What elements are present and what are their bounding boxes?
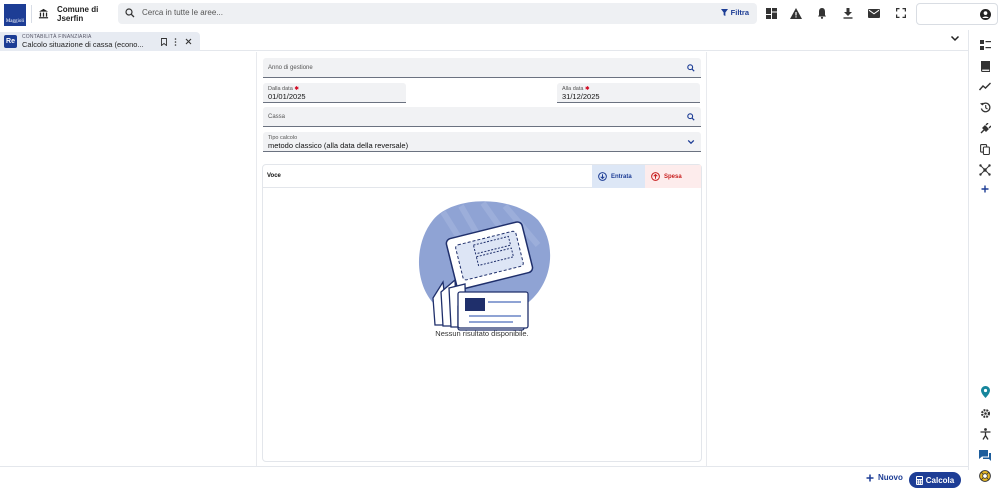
new-button-label: Nuovo xyxy=(878,473,903,482)
filter-icon xyxy=(720,9,728,16)
plus-icon[interactable] xyxy=(979,183,991,195)
close-icon[interactable] xyxy=(185,38,192,45)
column-header-voce: Voce xyxy=(267,173,281,179)
empty-state-message: Nessun risultato disponibile. xyxy=(435,329,529,338)
brand-logo[interactable]: Maggioli xyxy=(4,4,26,26)
module-badge: Re xyxy=(4,35,17,48)
arrow-down-circle-icon xyxy=(598,172,607,181)
toggle-entrata-label: Entrata xyxy=(611,173,632,180)
chevron-down-icon[interactable] xyxy=(950,35,960,42)
download-icon[interactable] xyxy=(841,6,855,20)
dashboard-icon[interactable] xyxy=(764,6,778,20)
calculate-button-label: Calcola xyxy=(925,475,955,485)
tipo-calcolo-select[interactable]: Tipo calcolo metodo classico (alla data … xyxy=(263,132,701,152)
tipo-calcolo-value: metodo classico (alla data della reversa… xyxy=(268,141,409,150)
search-icon[interactable] xyxy=(687,113,695,121)
empty-state-illustration xyxy=(418,201,551,331)
chat-icon[interactable] xyxy=(979,449,991,461)
bottom-action-bar: Nuovo Calcola xyxy=(0,466,968,490)
calculate-button[interactable]: Calcola xyxy=(909,472,961,488)
chevron-down-icon[interactable] xyxy=(687,139,695,145)
toggle-entrata[interactable]: Entrata xyxy=(592,165,645,188)
network-icon[interactable] xyxy=(979,164,991,176)
brand-logo-text: Maggioli xyxy=(5,19,25,24)
new-button[interactable]: Nuovo xyxy=(866,473,903,482)
filter-label: Filtra xyxy=(730,8,749,17)
organization-name[interactable]: Comune di Jserfin xyxy=(57,5,98,23)
more-vertical-icon[interactable] xyxy=(174,38,177,46)
location-icon[interactable] xyxy=(979,386,991,398)
toggle-spesa[interactable]: Spesa xyxy=(645,165,701,188)
user-menu[interactable] xyxy=(916,3,998,25)
warning-icon[interactable] xyxy=(789,6,803,20)
filter-button[interactable]: Filtra xyxy=(720,8,749,17)
right-rail xyxy=(968,30,1000,482)
mail-icon[interactable] xyxy=(867,6,881,20)
copy-icon[interactable] xyxy=(979,143,991,155)
tab-bar: Re CONTABILITÀ FINANZIARIA Calcolo situa… xyxy=(0,30,968,51)
bell-icon[interactable] xyxy=(815,6,829,20)
top-bar: Maggioli Comune di Jserfin Cerca in tutt… xyxy=(0,0,1000,28)
help-icon[interactable] xyxy=(979,470,991,482)
results-table: Voce Entrata Spesa Nessun risultato disp… xyxy=(262,164,702,462)
history-icon[interactable] xyxy=(979,101,991,113)
list-icon[interactable] xyxy=(979,39,991,51)
fullscreen-icon[interactable] xyxy=(894,6,908,20)
alla-data-value: 31/12/2025 xyxy=(562,92,600,101)
search-icon xyxy=(125,8,135,18)
accessibility-icon[interactable] xyxy=(979,428,991,440)
toggle-spesa-label: Spesa xyxy=(664,173,682,180)
plus-icon xyxy=(866,474,874,481)
tab-calcolo-situazione-cassa[interactable]: Re CONTABILITÀ FINANZIARIA Calcolo situa… xyxy=(0,32,200,51)
alla-data-field[interactable]: Alla data ✱ 31/12/2025 xyxy=(557,83,700,103)
plug-icon[interactable] xyxy=(979,122,991,134)
tab-title: Calcolo situazione di cassa (econo... xyxy=(22,40,144,49)
org-line-1: Comune di xyxy=(57,5,99,14)
chart-line-icon[interactable] xyxy=(979,80,991,92)
book-icon[interactable] xyxy=(979,60,991,72)
dalla-data-value: 01/01/2025 xyxy=(268,92,306,101)
main-panel: Anno di gestione Dalla data ✱ 01/01/2025… xyxy=(256,52,707,466)
cassa-field[interactable]: Cassa xyxy=(263,107,701,127)
bank-icon xyxy=(38,8,49,19)
cassa-label: Cassa xyxy=(268,114,286,120)
search-icon[interactable] xyxy=(687,64,695,72)
settings-icon[interactable] xyxy=(979,407,991,419)
anno-gestione-field[interactable]: Anno di gestione xyxy=(263,58,701,78)
global-search[interactable]: Cerca in tutte le aree... Filtra xyxy=(118,3,757,24)
arrow-up-circle-icon xyxy=(651,172,660,181)
calculator-icon xyxy=(915,475,923,485)
bookmark-icon[interactable] xyxy=(161,38,167,46)
search-placeholder[interactable]: Cerca in tutte le aree... xyxy=(142,8,223,17)
divider xyxy=(31,5,32,23)
user-icon xyxy=(980,9,991,20)
anno-gestione-label: Anno di gestione xyxy=(268,65,313,71)
dalla-data-field[interactable]: Dalla data ✱ 01/01/2025 xyxy=(263,83,406,103)
results-header: Voce Entrata Spesa xyxy=(263,165,701,188)
org-line-2: Jserfin xyxy=(57,14,84,23)
